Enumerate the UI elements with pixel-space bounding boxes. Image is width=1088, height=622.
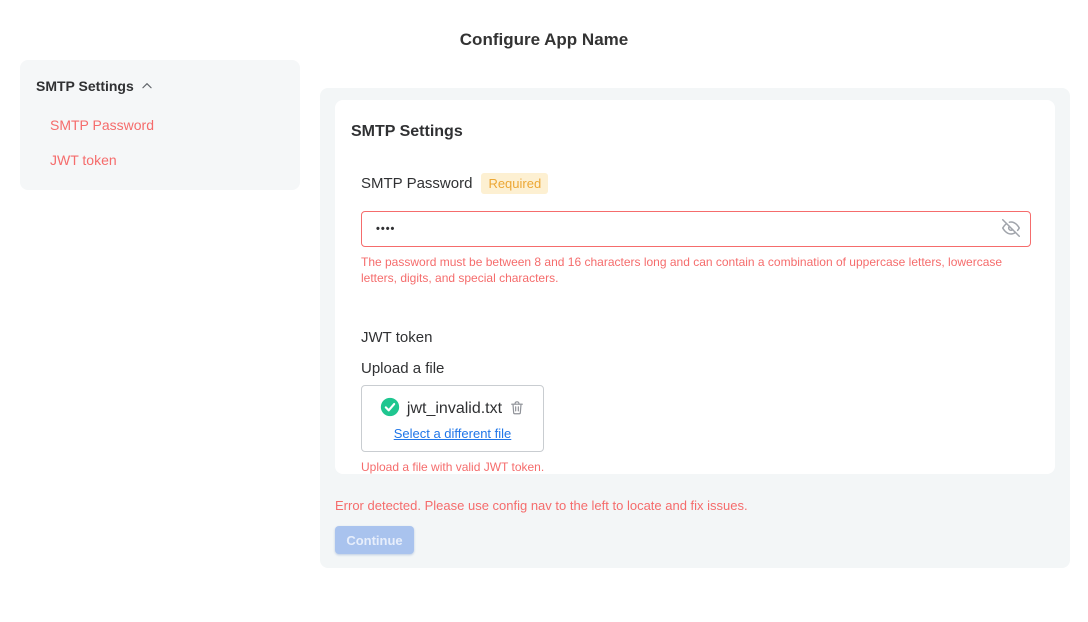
- toggle-password-visibility-button[interactable]: [1001, 219, 1021, 239]
- sidebar-item-jwt-token[interactable]: JWT token: [50, 152, 284, 168]
- uploaded-file-name: jwt_invalid.txt: [407, 400, 502, 418]
- chevron-up-icon: [140, 79, 154, 93]
- smtp-settings-card: SMTP Settings SMTP Password Required: [335, 100, 1055, 474]
- card-heading: SMTP Settings: [351, 123, 1039, 141]
- file-upload-box: jwt_invalid.txt Sele: [361, 385, 544, 452]
- eye-off-icon: [1002, 219, 1020, 240]
- continue-button[interactable]: Continue: [335, 526, 414, 554]
- password-error-message: The password must be between 8 and 16 ch…: [361, 254, 1021, 286]
- sidebar-item-smtp-password[interactable]: SMTP Password: [50, 117, 284, 133]
- required-badge: Required: [481, 173, 548, 194]
- panel-error-message: Error detected. Please use config nav to…: [335, 498, 1055, 513]
- select-different-file-link[interactable]: Select a different file: [394, 426, 512, 441]
- sidebar-section-label: SMTP Settings: [36, 78, 134, 94]
- upload-file-label: Upload a file: [361, 360, 1039, 377]
- sidebar-section-smtp-settings[interactable]: SMTP Settings: [36, 78, 284, 98]
- config-nav-sidebar: SMTP Settings SMTP Password JWT token: [20, 60, 300, 190]
- config-panel: SMTP Settings SMTP Password Required: [320, 88, 1070, 568]
- check-circle-icon: [380, 397, 400, 422]
- smtp-password-label: SMTP Password: [361, 175, 472, 192]
- smtp-password-input[interactable]: [361, 211, 1031, 247]
- page-title: Configure App Name: [0, 30, 1088, 50]
- jwt-error-message: Upload a file with valid JWT token.: [361, 460, 1039, 474]
- jwt-token-label: JWT token: [361, 329, 1039, 346]
- delete-file-button[interactable]: [509, 399, 525, 419]
- trash-icon: [509, 399, 525, 419]
